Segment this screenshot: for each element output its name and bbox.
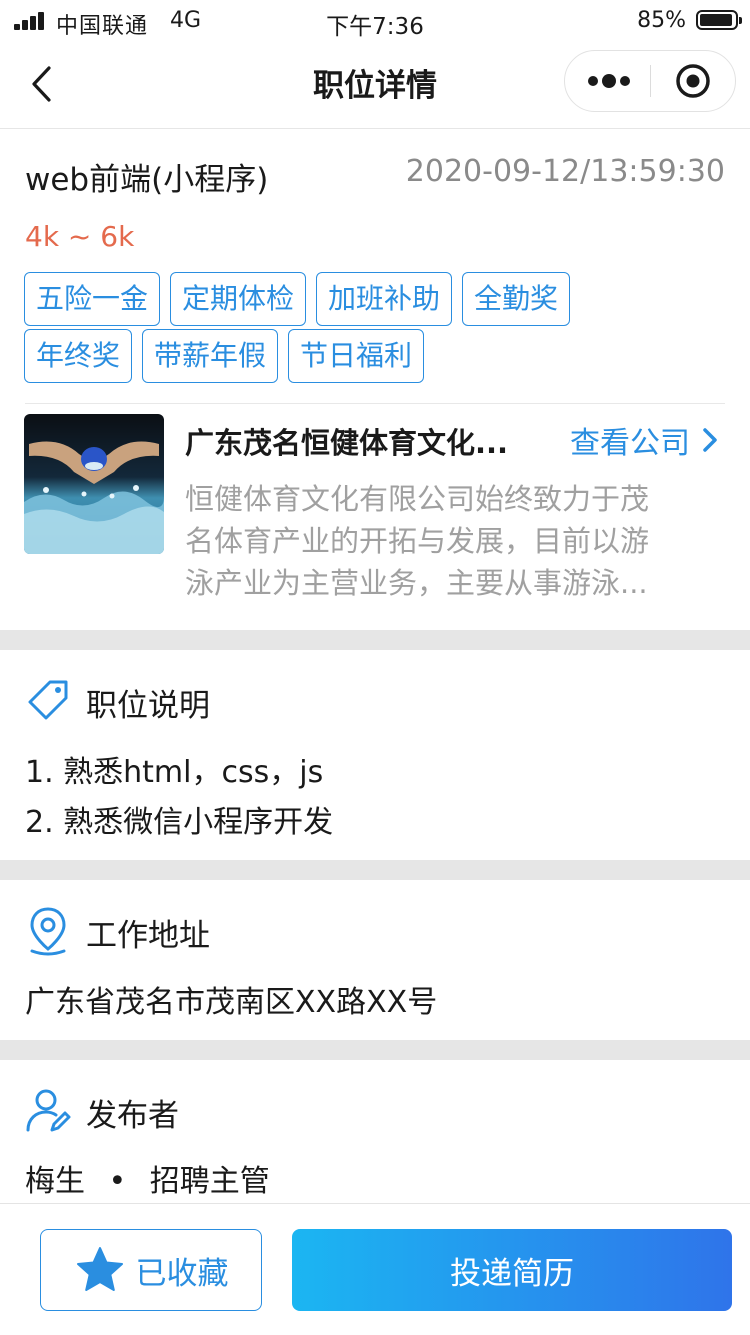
benefit-tag: 带薪年假	[142, 329, 279, 383]
publisher-info: 梅生 • 招聘主管	[25, 1156, 270, 1200]
company-description-line: 名体育产业的开拓与发展，目前以游	[185, 524, 650, 558]
tag-icon	[28, 680, 68, 720]
view-company-link[interactable]: 查看公司	[570, 418, 720, 462]
benefit-tag: 加班补助	[316, 272, 453, 326]
target-icon[interactable]	[651, 51, 735, 111]
salary-range: 4k ~ 6k	[25, 220, 135, 253]
favorite-label: 已收藏	[135, 1255, 229, 1292]
star-icon	[76, 1247, 123, 1291]
bottom-action-bar: 已收藏 投递简历	[0, 1203, 750, 1335]
job-requirement: 1. 熟悉html，css，js	[25, 755, 324, 790]
company-logo[interactable]	[24, 414, 164, 554]
benefit-tag: 全勤奖	[462, 272, 571, 326]
job-description-title: 职位说明	[86, 688, 210, 724]
section-gap	[0, 630, 750, 650]
work-address-title: 工作地址	[86, 918, 210, 954]
work-address: 广东省茂名市茂南区XX路XX号	[25, 985, 438, 1020]
company-description-line: 恒健体育文化有限公司始终致力于茂	[185, 482, 650, 516]
benefit-tag: 五险一金	[24, 272, 161, 326]
view-company-label: 查看公司	[570, 426, 690, 461]
benefit-tag: 节日福利	[288, 329, 425, 383]
job-post-time: 2020-09-12/13:59:30	[405, 154, 725, 189]
chevron-right-icon	[703, 428, 717, 452]
publisher-title: 发布者	[86, 1098, 179, 1134]
benefit-tag: 定期体检	[170, 272, 307, 326]
publisher-separator: •	[108, 1164, 127, 1199]
nav-bar: 职位详情	[0, 42, 750, 129]
apply-resume-button[interactable]: 投递简历	[292, 1229, 732, 1311]
battery-percent: 85%	[637, 8, 686, 33]
benefit-tags: 五险一金 定期体检 加班补助 全勤奖年终奖 带薪年假 节日福利	[24, 272, 684, 386]
company-name: 广东茂名恒健体育文化...	[185, 426, 509, 460]
favorite-button[interactable]: 已收藏	[40, 1229, 262, 1311]
company-description-line: 泳产业为主营业务，主要从事游泳...	[185, 566, 648, 600]
divider	[25, 403, 725, 404]
publisher-role: 招聘主管	[149, 1164, 270, 1199]
section-gap	[0, 1040, 750, 1060]
more-dots-icon[interactable]	[565, 51, 651, 111]
status-bar: 中国联通 4G 下午7:36 85%	[0, 0, 750, 42]
section-gap	[0, 860, 750, 880]
job-requirement: 2. 熟悉微信小程序开发	[25, 805, 334, 840]
company-description: 恒健体育文化有限公司始终致力于茂 名体育产业的开拓与发展，目前以游 泳产业为主营…	[185, 478, 715, 604]
battery-icon	[696, 10, 742, 30]
job-title: web前端(小程序)	[25, 162, 269, 198]
publisher-name: 梅生	[25, 1164, 85, 1199]
location-pin-icon	[30, 907, 66, 956]
benefit-tag: 年终奖	[24, 329, 133, 383]
user-edit-icon	[26, 1089, 71, 1132]
mini-program-capsule	[564, 50, 736, 112]
